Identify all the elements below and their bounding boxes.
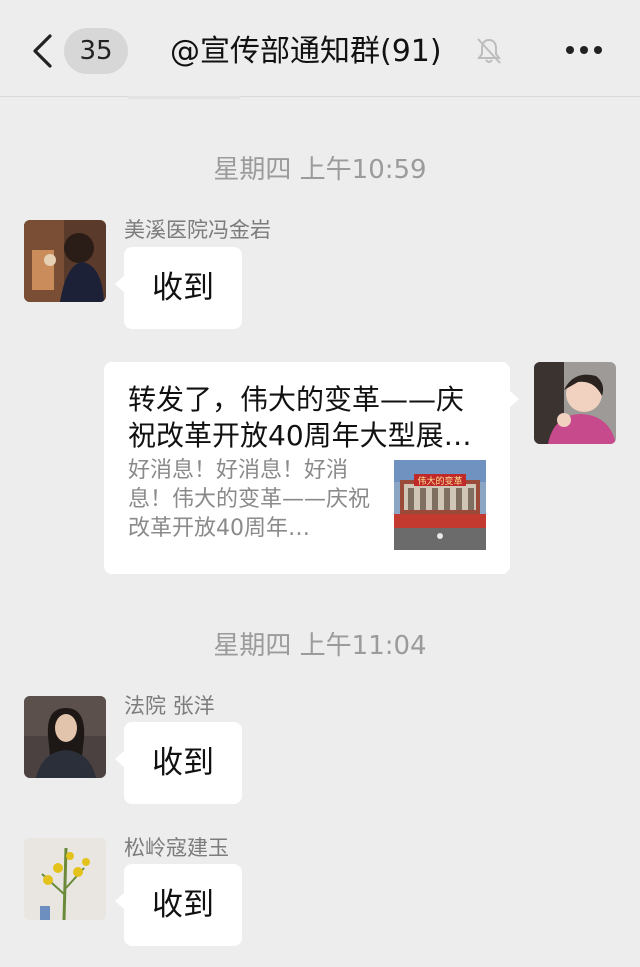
- timestamp: 星期四 上午10:59: [213, 155, 427, 185]
- message-text: 收到: [152, 887, 214, 923]
- bell-off-icon: [477, 38, 501, 64]
- message-text: 收到: [152, 270, 214, 306]
- timestamp: 星期四 上午11:04: [213, 631, 427, 661]
- more-dots-icon[interactable]: [564, 44, 604, 56]
- own-avatar[interactable]: [534, 362, 616, 444]
- message-text: 收到: [152, 745, 214, 781]
- message-bubble[interactable]: 收到: [115, 722, 242, 804]
- link-card-thumbnail: 伟大的变革: [394, 460, 486, 550]
- sender-name: 松岭寇建玉: [124, 836, 229, 860]
- message-bubble[interactable]: 收到: [115, 864, 242, 946]
- thumbnail-label: 伟大的变革: [417, 475, 462, 487]
- chat-title: @宣传部通知群(91): [170, 34, 442, 69]
- sender-name: 美溪医院冯金岩: [124, 218, 271, 242]
- link-card-title: 转发了，伟大的变革——庆祝改革开放40周年大型展…: [128, 383, 472, 452]
- avatar[interactable]: [24, 838, 106, 920]
- sender-name: 法院 张洋: [124, 694, 215, 718]
- header-divider: [128, 96, 240, 99]
- link-card-bubble[interactable]: 转发了，伟大的变革——庆祝改革开放40周年大型展… 好消息！好消息！好消息！伟大…: [104, 362, 519, 574]
- chevron-left-icon[interactable]: [30, 33, 54, 69]
- link-card-description: 好消息！好消息！好消息！伟大的变革——庆祝改革开放40周年…: [128, 458, 371, 541]
- avatar[interactable]: [24, 696, 106, 778]
- chat-header: 35 @宣传部通知群(91): [0, 0, 640, 97]
- message-bubble[interactable]: 收到: [115, 247, 242, 329]
- unread-count-badge[interactable]: 35: [64, 28, 128, 74]
- avatar[interactable]: [24, 220, 106, 302]
